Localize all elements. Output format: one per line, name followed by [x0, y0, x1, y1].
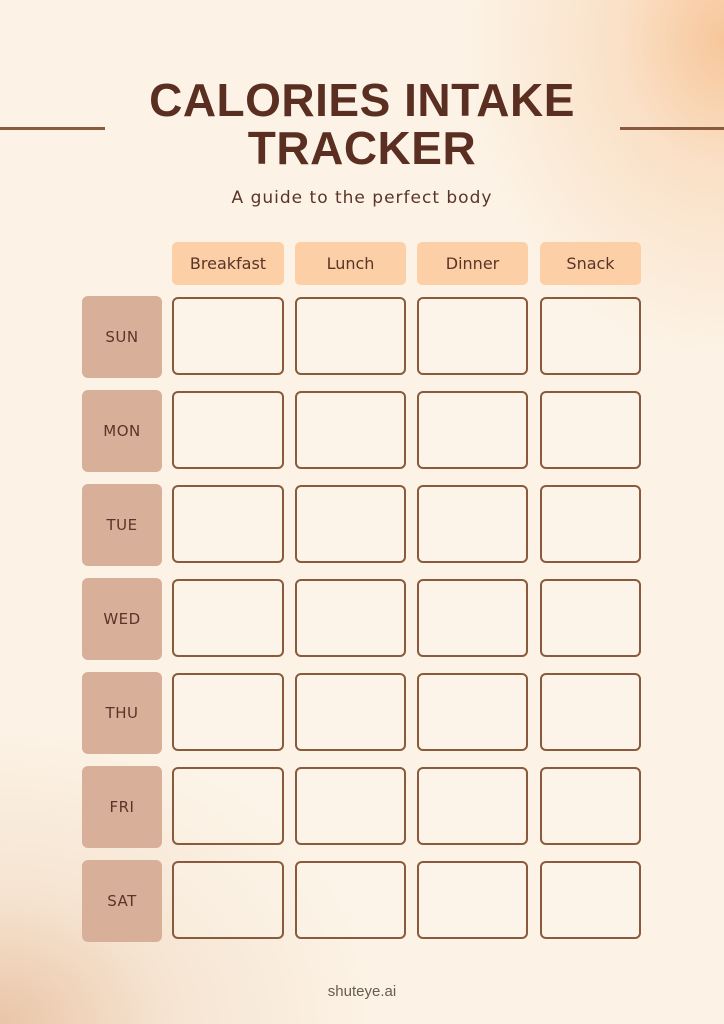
entry-cell-fri-dinner[interactable] — [417, 767, 528, 845]
entry-cell-wed-dinner[interactable] — [417, 579, 528, 657]
entry-cell-fri-breakfast[interactable] — [172, 767, 284, 845]
entry-cell-mon-dinner[interactable] — [417, 391, 528, 469]
day-label-tue: TUE — [82, 484, 162, 566]
entry-cell-sat-lunch[interactable] — [295, 861, 406, 939]
page-title: CALORIES INTAKE TRACKER — [0, 76, 724, 172]
entry-cell-mon-lunch[interactable] — [295, 391, 406, 469]
entry-cell-sat-dinner[interactable] — [417, 861, 528, 939]
entry-cell-thu-breakfast[interactable] — [172, 673, 284, 751]
entry-cell-thu-lunch[interactable] — [295, 673, 406, 751]
entry-cell-sat-snack[interactable] — [540, 861, 641, 939]
day-label-thu: THU — [82, 672, 162, 754]
meal-header-breakfast: Breakfast — [172, 242, 284, 285]
entry-cell-fri-snack[interactable] — [540, 767, 641, 845]
day-label-fri: FRI — [82, 766, 162, 848]
entry-cell-thu-snack[interactable] — [540, 673, 641, 751]
page-title-line-1: CALORIES INTAKE — [149, 74, 575, 126]
day-label-sun: SUN — [82, 296, 162, 378]
entry-cell-tue-breakfast[interactable] — [172, 485, 284, 563]
entry-cell-wed-snack[interactable] — [540, 579, 641, 657]
page-title-line-2: TRACKER — [247, 122, 477, 174]
entry-cell-sun-breakfast[interactable] — [172, 297, 284, 375]
page-subtitle: A guide to the perfect body — [231, 188, 493, 208]
entry-cell-thu-dinner[interactable] — [417, 673, 528, 751]
entry-cell-mon-breakfast[interactable] — [172, 391, 284, 469]
entry-cell-sun-snack[interactable] — [540, 297, 641, 375]
day-label-sat: SAT — [82, 860, 162, 942]
entry-cell-wed-breakfast[interactable] — [172, 579, 284, 657]
meal-header-dinner: Dinner — [417, 242, 528, 285]
entry-cell-tue-snack[interactable] — [540, 485, 641, 563]
entry-cell-tue-lunch[interactable] — [295, 485, 406, 563]
footer-brand: shuteye.ai — [327, 983, 397, 1000]
entry-cell-sun-dinner[interactable] — [417, 297, 528, 375]
meal-header-lunch: Lunch — [295, 242, 406, 285]
meal-header-snack: Snack — [540, 242, 641, 285]
entry-cell-sun-lunch[interactable] — [295, 297, 406, 375]
entry-cell-mon-snack[interactable] — [540, 391, 641, 469]
day-label-wed: WED — [82, 578, 162, 660]
entry-cell-tue-dinner[interactable] — [417, 485, 528, 563]
entry-cell-sat-breakfast[interactable] — [172, 861, 284, 939]
day-label-mon: MON — [82, 390, 162, 472]
entry-cell-wed-lunch[interactable] — [295, 579, 406, 657]
entry-cell-fri-lunch[interactable] — [295, 767, 406, 845]
